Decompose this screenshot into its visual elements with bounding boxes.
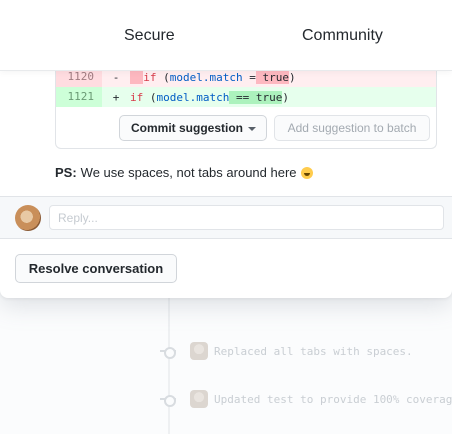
diff-marker: +	[112, 90, 120, 104]
reply-input[interactable]	[49, 205, 444, 230]
code-paren: )	[288, 70, 296, 84]
diff-added-line: 1121 + if (model.match == true)	[56, 87, 436, 107]
suggestion-actions: Commit suggestion Add suggestion to batc…	[55, 107, 437, 149]
code-variable: model.match	[169, 70, 243, 84]
commit-node-icon	[160, 343, 176, 359]
add-to-batch-label: Add suggestion to batch	[287, 121, 417, 135]
site-header: Secure Community	[0, 0, 452, 71]
code-paren: (	[143, 90, 157, 104]
grinning-face-emoji-icon	[300, 166, 313, 179]
code-keyword: if	[143, 70, 157, 84]
reply-row	[0, 196, 452, 239]
review-comment-card: 1120 - if (model.match = true) 1121 + if…	[0, 0, 452, 298]
commit-node-icon	[160, 391, 176, 407]
diff-marker: -	[112, 70, 120, 84]
commit-suggestion-label: Commit suggestion	[131, 121, 244, 135]
code-paren: )	[282, 90, 289, 104]
diff-code: if (model.match = true)	[130, 70, 296, 84]
code-keyword: if	[130, 90, 144, 104]
timeline-line	[168, 290, 170, 434]
timeline-commit-item: Updated test to provide 100% coverag	[160, 389, 452, 409]
nav-link-secure[interactable]: Secure	[124, 27, 175, 45]
chevron-down-icon[interactable]	[248, 127, 256, 131]
nav-link-community[interactable]: Community	[302, 27, 383, 45]
commit-avatar	[190, 342, 208, 360]
commit-message[interactable]: Updated test to provide 100% coverag	[214, 393, 452, 406]
code-variable: model.match	[156, 90, 230, 104]
commit-avatar	[190, 390, 208, 408]
ps-label: PS:	[55, 165, 77, 180]
code-value: true	[255, 70, 289, 84]
resolve-conversation-button[interactable]: Resolve conversation	[15, 254, 177, 283]
resolve-conversation-label: Resolve conversation	[28, 261, 164, 276]
diff-code: if (model.match == true)	[130, 90, 289, 104]
code-operator: =	[242, 70, 256, 84]
suggested-change-diff: 1120 - if (model.match = true) 1121 + if…	[55, 67, 437, 107]
add-suggestion-to-batch-button[interactable]: Add suggestion to batch	[274, 115, 430, 141]
commit-suggestion-button[interactable]: Commit suggestion	[119, 115, 267, 141]
commit-message[interactable]: Replaced all tabs with spaces.	[214, 345, 413, 358]
code-value: true	[249, 90, 283, 104]
line-number: 1121	[56, 87, 102, 107]
timeline-commit-item: Replaced all tabs with spaces.	[160, 341, 413, 361]
avatar	[15, 205, 41, 231]
code-operator: ==	[229, 90, 250, 104]
ps-text: We use spaces, not tabs around here	[80, 165, 297, 180]
code-paren: (	[156, 70, 170, 84]
comment-body: PS: We use spaces, not tabs around here	[55, 165, 313, 180]
